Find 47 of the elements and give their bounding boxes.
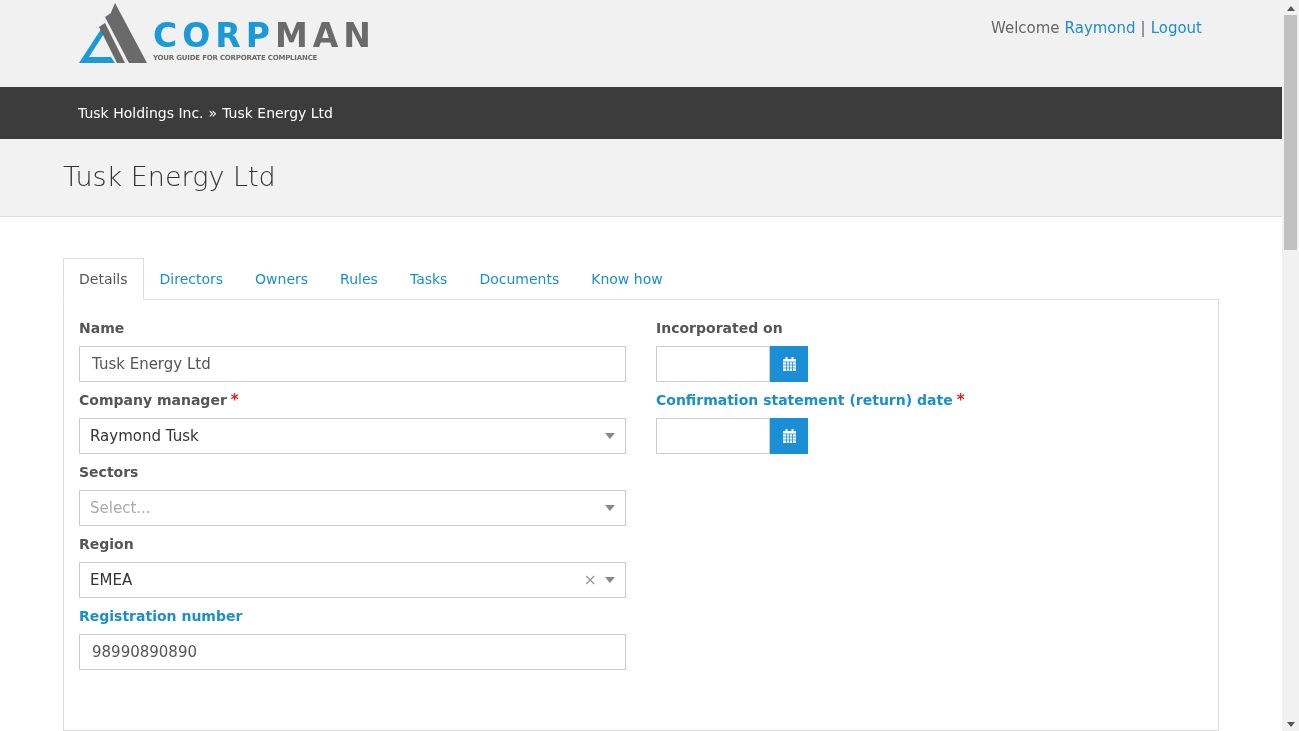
date-field[interactable]: [656, 418, 770, 454]
tab[interactable]: Rules: [324, 258, 394, 300]
user-link[interactable]: Raymond: [1064, 17, 1136, 40]
select-field[interactable]: EMEA ×: [79, 562, 626, 598]
text-field[interactable]: 98990890890: [79, 634, 626, 670]
calendar-icon: [782, 357, 796, 371]
tab[interactable]: Documents: [463, 258, 576, 300]
tab[interactable]: Directors: [143, 258, 240, 300]
breadcrumb-separator: »: [208, 103, 218, 123]
tab[interactable]: Know how: [575, 258, 679, 300]
caret-icon: [605, 433, 615, 439]
tab[interactable]: Details: [63, 258, 144, 300]
calendar-button[interactable]: [770, 346, 808, 382]
select-placeholder: Select...: [90, 497, 151, 519]
logout-link[interactable]: Logout: [1150, 17, 1202, 40]
field-label: Company manager: [79, 390, 227, 410]
caret-icon: [605, 577, 615, 583]
breadcrumb-link[interactable]: Tusk Energy Ltd: [222, 102, 333, 124]
select-value: Raymond Tusk: [90, 425, 199, 447]
calendar-icon: [782, 429, 796, 443]
field-label: Region: [79, 534, 134, 554]
field-label: Confirmation statement (return) date: [656, 390, 953, 410]
tab[interactable]: Tasks: [393, 258, 464, 300]
scroll-thumb[interactable]: [1284, 15, 1297, 250]
select-field[interactable]: Select...: [79, 490, 626, 526]
field-label: Sectors: [79, 462, 139, 482]
required-mark: *: [230, 389, 239, 411]
separator-text: |: [1140, 18, 1146, 39]
select-value: EMEA: [90, 569, 133, 591]
breadcrumb-link[interactable]: Tusk Holdings Inc.: [78, 102, 204, 124]
page-title: Tusk Energy Ltd: [63, 160, 276, 195]
scroll-down-icon[interactable]: [1286, 722, 1295, 727]
text-field[interactable]: Tusk Energy Ltd: [79, 346, 626, 382]
caret-icon: [605, 505, 615, 511]
field-label: Name: [79, 318, 125, 338]
required-mark: *: [956, 389, 965, 411]
clear-button[interactable]: ×: [583, 572, 597, 588]
select-field[interactable]: Raymond Tusk: [79, 418, 626, 454]
field-label: Registration number: [79, 606, 243, 626]
field-label: Incorporated on: [656, 318, 783, 338]
tab[interactable]: Owners: [239, 258, 325, 300]
date-field[interactable]: [656, 346, 770, 382]
welcome-text: Welcome: [990, 18, 1060, 39]
scrollbar[interactable]: [1282, 0, 1299, 731]
calendar-button[interactable]: [770, 418, 808, 454]
scroll-up-icon[interactable]: [1286, 6, 1295, 11]
logo-wordmark: CORP MAN: [153, 18, 376, 52]
